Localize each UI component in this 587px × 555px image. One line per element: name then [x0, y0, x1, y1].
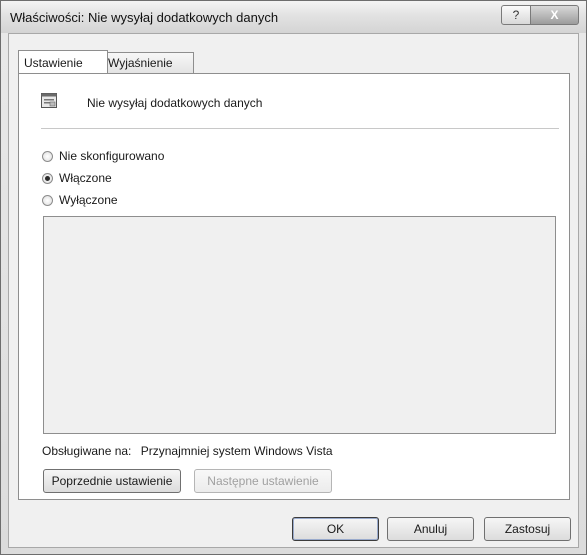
help-button[interactable]: ?: [501, 5, 531, 25]
radio-circle[interactable]: [42, 150, 53, 162]
supported-label: Obsługiwane na:: [42, 444, 132, 458]
close-button[interactable]: X: [530, 5, 579, 25]
tab-wyjasnienie[interactable]: Wyjaśnienie: [102, 52, 194, 73]
title-bar[interactable]: Właściwości: Nie wysyłaj dodatkowych dan…: [1, 1, 586, 33]
radio-circle-checked[interactable]: [42, 172, 53, 184]
options-panel: [43, 216, 556, 434]
radio-label: Nie skonfigurowano: [59, 149, 165, 163]
radio-enabled[interactable]: Włączone: [42, 171, 112, 185]
supported-value: Przynajmniej system Windows Vista: [140, 444, 333, 458]
radio-label: Wyłączone: [59, 193, 118, 207]
tab-ustawienie[interactable]: Ustawienie: [18, 50, 108, 73]
setting-name: Nie wysyłaj dodatkowych danych: [87, 96, 263, 110]
radio-not-configured[interactable]: Nie skonfigurowano: [42, 149, 164, 163]
help-icon: ?: [512, 8, 520, 22]
window-title: Właściwości: Nie wysyłaj dodatkowych dan…: [10, 10, 279, 25]
ok-button[interactable]: OK: [292, 517, 379, 541]
radio-label: Włączone: [59, 171, 112, 185]
policy-setting-icon: [41, 93, 57, 108]
next-setting-button[interactable]: Następne ustawienie: [194, 469, 332, 493]
separator: [41, 128, 559, 129]
radio-circle[interactable]: [42, 194, 53, 206]
radio-disabled[interactable]: Wyłączone: [42, 193, 118, 207]
cancel-button[interactable]: Anuluj: [387, 517, 474, 541]
close-icon: X: [550, 8, 559, 22]
apply-button[interactable]: Zastosuj: [484, 517, 571, 541]
previous-setting-button[interactable]: Poprzednie ustawienie: [43, 469, 181, 493]
supported-on: Obsługiwane na: Przynajmniej system Wind…: [42, 444, 333, 458]
